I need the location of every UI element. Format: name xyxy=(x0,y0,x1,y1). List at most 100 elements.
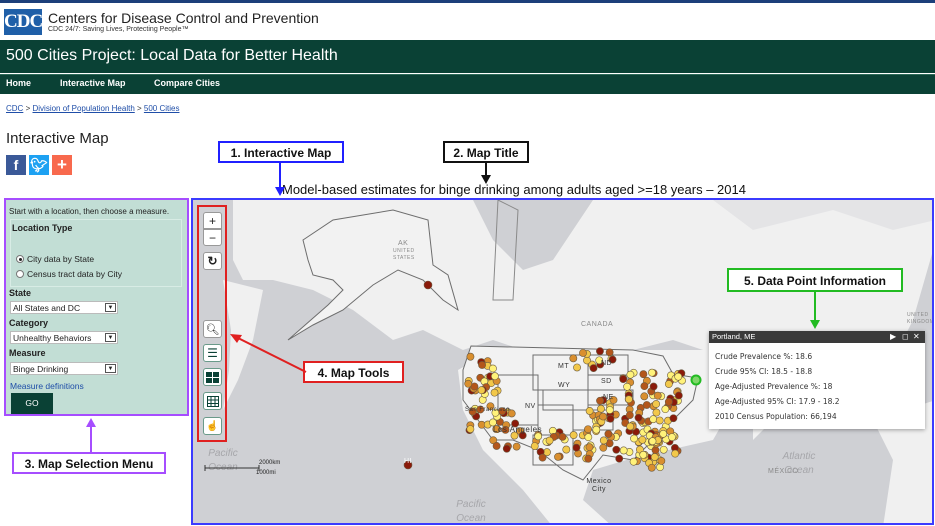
state-select[interactable]: All States and DC ▼ xyxy=(10,301,118,314)
city-dot[interactable] xyxy=(562,445,571,454)
radio-tract-by-city[interactable]: Census tract data by City xyxy=(16,269,122,279)
city-dot[interactable] xyxy=(640,382,649,391)
city-dot[interactable] xyxy=(585,407,594,415)
city-dot[interactable] xyxy=(490,372,499,381)
city-dot[interactable] xyxy=(649,382,658,391)
city-dot[interactable] xyxy=(464,379,473,388)
city-dot[interactable] xyxy=(585,443,594,452)
city-dot[interactable] xyxy=(664,380,673,388)
breadcrumb-cdc[interactable]: CDC xyxy=(6,104,23,113)
city-dot[interactable] xyxy=(589,364,598,372)
city-dot[interactable] xyxy=(655,416,664,425)
city-dot[interactable] xyxy=(653,391,662,400)
chevron-down-icon[interactable]: ▼ xyxy=(105,364,116,373)
city-dot[interactable] xyxy=(664,397,673,406)
city-dot[interactable] xyxy=(599,412,607,421)
city-dot[interactable] xyxy=(423,280,433,290)
select-tool-button[interactable]: ☝ xyxy=(203,417,222,435)
city-dot[interactable] xyxy=(671,449,680,458)
twitter-share-button[interactable]: 🐦︎ xyxy=(29,155,49,175)
city-dot[interactable] xyxy=(592,425,601,434)
city-dot[interactable] xyxy=(648,368,656,377)
city-dot[interactable] xyxy=(512,442,521,451)
city-dot[interactable] xyxy=(630,434,638,443)
city-dot[interactable] xyxy=(584,454,593,463)
city-dot[interactable] xyxy=(626,370,635,379)
city-dot[interactable] xyxy=(659,445,668,454)
city-dot[interactable] xyxy=(584,433,593,442)
city-dot[interactable] xyxy=(642,401,651,409)
measure-select[interactable]: Binge Drinking ▼ xyxy=(10,362,118,375)
city-dot[interactable] xyxy=(604,430,613,438)
city-dot[interactable] xyxy=(674,372,683,381)
city-dot[interactable] xyxy=(584,425,592,434)
breadcrumb-500-cities[interactable]: 500 Cities xyxy=(144,104,180,113)
measure-definitions-link[interactable]: Measure definitions xyxy=(10,381,84,391)
city-dot[interactable] xyxy=(649,415,658,424)
city-dot[interactable] xyxy=(615,454,624,463)
cdc-logo[interactable]: CDC xyxy=(4,9,43,35)
addthis-share-button[interactable]: + xyxy=(52,155,72,175)
legend-button[interactable]: ☰ xyxy=(203,344,222,362)
nav-compare-cities[interactable]: Compare Cities xyxy=(154,78,220,88)
city-dot[interactable] xyxy=(638,435,647,444)
city-dot[interactable] xyxy=(625,411,634,419)
city-dot[interactable] xyxy=(596,347,604,356)
city-dot[interactable] xyxy=(572,443,581,452)
city-dot[interactable] xyxy=(569,354,578,363)
facebook-share-button[interactable]: f xyxy=(6,155,26,175)
city-dot[interactable] xyxy=(579,349,587,357)
nav-interactive-map[interactable]: Interactive Map xyxy=(60,78,126,88)
city-dot[interactable] xyxy=(629,457,638,466)
city-dot[interactable] xyxy=(650,453,659,461)
city-dot[interactable] xyxy=(492,442,501,450)
city-dot[interactable] xyxy=(619,446,628,455)
city-dot[interactable] xyxy=(477,386,486,395)
city-dot[interactable] xyxy=(634,413,643,422)
city-dot[interactable] xyxy=(651,446,660,455)
radio-checked-icon[interactable] xyxy=(16,255,24,263)
city-dot[interactable] xyxy=(619,375,628,383)
city-dot[interactable] xyxy=(648,437,657,446)
breadcrumb-division[interactable]: Division of Population Health xyxy=(32,104,134,113)
search-button[interactable]: 🔍︎ xyxy=(203,320,222,338)
city-dot[interactable] xyxy=(639,370,648,379)
city-dot[interactable] xyxy=(490,388,499,397)
city-dot[interactable] xyxy=(656,463,664,472)
category-select[interactable]: Unhealthy Behaviors ▼ xyxy=(10,331,118,344)
city-dot[interactable] xyxy=(605,348,614,357)
city-dot[interactable] xyxy=(669,414,678,423)
radio-unchecked-icon[interactable] xyxy=(16,270,24,278)
nav-home[interactable]: Home xyxy=(6,78,31,88)
popup-close-icon[interactable]: ✕ xyxy=(913,331,920,343)
city-dot[interactable] xyxy=(652,408,661,417)
popup-next-icon[interactable]: ▶ xyxy=(890,331,896,343)
city-dot[interactable] xyxy=(623,382,632,391)
selected-city-dot[interactable] xyxy=(690,374,702,386)
city-dot[interactable] xyxy=(538,453,547,462)
city-dot[interactable] xyxy=(599,436,608,445)
city-dot[interactable] xyxy=(554,452,562,461)
refresh-button[interactable]: ↻ xyxy=(203,252,222,270)
city-dot[interactable] xyxy=(583,356,591,365)
city-dot[interactable] xyxy=(647,463,656,472)
zoom-in-button[interactable]: + xyxy=(203,212,222,229)
city-dot[interactable] xyxy=(626,422,635,431)
go-button[interactable]: GO xyxy=(11,393,53,414)
city-dot[interactable] xyxy=(466,425,475,433)
city-dot[interactable] xyxy=(674,391,683,400)
city-dot[interactable] xyxy=(661,405,670,414)
city-dot[interactable] xyxy=(530,442,539,451)
city-dot[interactable] xyxy=(599,443,608,452)
city-dot[interactable] xyxy=(573,363,581,372)
city-dot[interactable] xyxy=(545,436,554,445)
city-dot[interactable] xyxy=(466,352,475,361)
city-dot[interactable] xyxy=(612,445,621,454)
city-dot[interactable] xyxy=(569,431,578,439)
city-dot[interactable] xyxy=(657,456,666,465)
city-dot[interactable] xyxy=(624,395,633,404)
popup-maximize-icon[interactable]: ◻ xyxy=(902,331,909,343)
city-dot[interactable] xyxy=(652,400,661,408)
city-dot[interactable] xyxy=(640,392,649,401)
city-dot[interactable] xyxy=(605,406,614,414)
